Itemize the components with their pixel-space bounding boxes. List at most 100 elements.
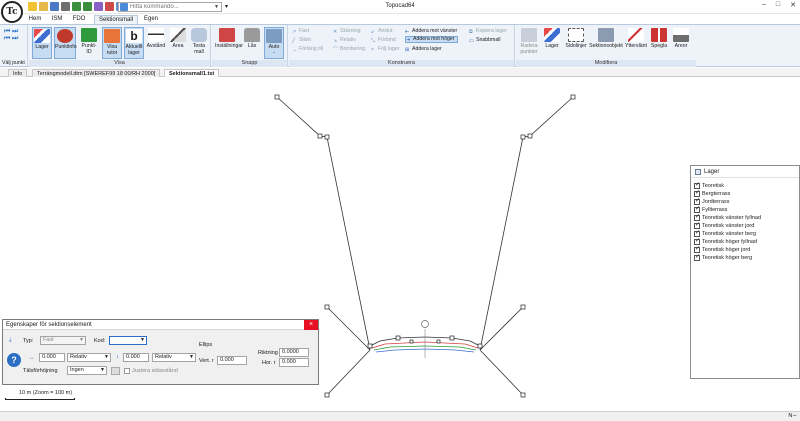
skarning-button[interactable]: ✕ Skärning — [333, 28, 360, 35]
vertex[interactable] — [324, 392, 330, 398]
sidolinjer-button[interactable]: Sidolinjer — [564, 27, 588, 59]
talforhojning-value: Ingen — [70, 367, 84, 373]
vertex[interactable] — [520, 134, 526, 140]
kod-select[interactable]: ▼ — [109, 336, 147, 345]
riktning-label: Riktning — [258, 350, 278, 356]
ytterslant-label: Ytterslänt — [625, 43, 647, 49]
fast-button[interactable]: ↗ Fast — [292, 28, 309, 35]
add-layer-icon: ⊞ — [405, 47, 410, 53]
horizontal-mode-select[interactable]: Relativ ▼ — [67, 353, 111, 362]
vertex[interactable] — [527, 133, 533, 139]
areor-button[interactable]: Areor — [671, 27, 691, 59]
vertex[interactable] — [324, 304, 330, 310]
typ-select[interactable]: Fast ▼ — [40, 336, 86, 345]
snabbmall-button[interactable]: ▭ Snabbmall — [469, 37, 501, 44]
punktinfo-button[interactable]: Punktinfo — [54, 27, 77, 59]
vertex[interactable] — [409, 339, 414, 344]
vert-r-input[interactable]: 0.000 — [217, 356, 247, 365]
center-marker[interactable] — [421, 320, 429, 328]
vertex[interactable] — [324, 134, 330, 140]
vertex[interactable] — [436, 339, 441, 344]
doc-tab-terrangmodell[interactable]: Terrängmodell.dtm [SWEREF99 18 00/RH 200… — [32, 69, 161, 77]
aktuellt-lager-button[interactable]: b Aktuellt lager — [124, 27, 144, 59]
kopiera-lager-label: Kopiera lager — [476, 28, 507, 34]
installningar-button[interactable]: Inställningar — [215, 27, 243, 59]
radera-punkter-button[interactable]: Radera punkter — [518, 27, 540, 59]
doc-tab-info[interactable]: Info — [8, 69, 28, 77]
kopiera-lager-button[interactable]: ⧉ Kopiera lager — [469, 28, 507, 35]
layer-checkbox[interactable] — [694, 253, 700, 261]
sektionsobjekt-button[interactable]: Sektionsobjekt — [589, 27, 623, 59]
close-button[interactable]: × — [304, 320, 318, 330]
horizontal-offset-input[interactable]: 0.000 — [39, 353, 65, 362]
addera-lager-button[interactable]: ⊞ Addera lager — [405, 46, 442, 53]
layer-item[interactable]: Teoretisk höger berg — [694, 253, 799, 262]
layer-item[interactable]: Teoretisk höger jord — [694, 245, 799, 254]
avstand-button[interactable]: Avstånd — [146, 27, 166, 59]
layer-item[interactable]: Teoretisk — [694, 181, 799, 190]
vertex[interactable] — [449, 335, 455, 341]
talforhojning-select[interactable]: Ingen ▼ — [67, 366, 107, 375]
first-point-icon[interactable]: ⏮ — [4, 28, 12, 35]
tab-ism[interactable]: ISM — [48, 15, 66, 24]
slant-button[interactable]: ╱ Slänt — [292, 37, 311, 44]
vertex[interactable] — [570, 94, 576, 100]
last-point-icon[interactable]: ⏭ — [12, 28, 20, 35]
layer-item[interactable]: Fyllterrass — [694, 205, 799, 214]
forbind-button[interactable]: ⤡ Förbind — [371, 37, 396, 44]
layer-item[interactable]: Teoretisk vänster jord — [694, 221, 799, 230]
vertex[interactable] — [520, 392, 526, 398]
visa-rutor-button[interactable]: Visa rutor — [102, 27, 122, 59]
anslut-button[interactable]: ↙ Anslut — [371, 28, 392, 35]
right-bottom-slope-line — [479, 349, 524, 396]
layer-item[interactable]: Teoretisk vänster berg — [694, 229, 799, 238]
vertex[interactable] — [317, 133, 323, 139]
punktinfo-label: Punktinfo — [55, 44, 77, 50]
las-button[interactable]: Lås — [242, 27, 262, 59]
spegla-button[interactable]: Spegla — [649, 27, 669, 59]
layer-item[interactable]: Teoretisk höger fyllnad — [694, 237, 799, 246]
minimize-icon[interactable]: – — [762, 1, 766, 9]
tab-hem[interactable]: Hem — [26, 15, 44, 24]
vertical-offset-input[interactable]: 0.000 — [123, 353, 149, 362]
tab-egen[interactable]: Egen — [141, 15, 161, 24]
ytterslant-button[interactable]: Ytterslänt — [624, 27, 648, 59]
justera-checkbox[interactable] — [124, 368, 130, 374]
tab-fdo[interactable]: FDO — [70, 15, 88, 24]
next-point-icon[interactable]: ⏭ — [12, 35, 20, 42]
vertex[interactable] — [395, 335, 401, 341]
prev-point-icon[interactable]: ⏮ — [4, 35, 12, 42]
ellips-label: Ellips — [199, 342, 213, 348]
addera-mot-hoger-button[interactable]: ⇥ Addera mot höger — [405, 36, 458, 43]
layer-item[interactable]: Bergterrass — [694, 189, 799, 198]
testa-mall-button[interactable]: Testa mall — [189, 27, 209, 59]
vertex[interactable] — [520, 304, 526, 310]
vertex[interactable] — [477, 343, 483, 349]
layer-item[interactable]: Teoretisk vänster fyllnad — [694, 213, 799, 222]
folj-lager-button[interactable]: ≈ Följ lager — [371, 46, 399, 53]
area-button[interactable]: Area — [168, 27, 188, 59]
skarning-label: Skärning — [340, 28, 361, 34]
vertex[interactable] — [274, 94, 280, 100]
close-icon[interactable]: ✕ — [790, 1, 796, 9]
bombering-button[interactable]: ⌒ Bombering — [333, 46, 365, 53]
auto-button[interactable]: Auto - — [264, 27, 284, 59]
justera-icon[interactable] — [111, 367, 120, 375]
help-button[interactable]: ? — [7, 353, 21, 367]
app-logo[interactable]: Tc — [1, 1, 23, 23]
doc-tab-sektionsmall[interactable]: Sektionsmall1.tst — [164, 69, 220, 77]
hor-r-input[interactable]: 0.000 — [279, 358, 309, 367]
vertex[interactable] — [367, 343, 373, 349]
punkt-id-button[interactable]: Punkt-ID — [79, 27, 99, 59]
maximize-icon[interactable]: □ — [776, 1, 780, 9]
lager-button[interactable]: Lager — [32, 27, 52, 59]
modifiera-lager-button[interactable]: Lager — [542, 27, 562, 59]
relativ-button[interactable]: ↘ Relativ — [333, 37, 356, 44]
vertical-mode-select[interactable]: Relativ ▼ — [152, 353, 196, 362]
addera-mot-vanster-button[interactable]: ⇤ Addera mot vänster — [405, 28, 457, 35]
riktning-input[interactable]: 0.0000 — [279, 348, 309, 357]
addera-mot-hoger-label: Addera mot höger — [413, 36, 455, 42]
forlang-till-button[interactable]: → Förläng till — [292, 46, 323, 53]
layer-item[interactable]: Jordterrass — [694, 197, 799, 206]
tab-sektionsmall[interactable]: Sektionsmall — [94, 15, 138, 24]
